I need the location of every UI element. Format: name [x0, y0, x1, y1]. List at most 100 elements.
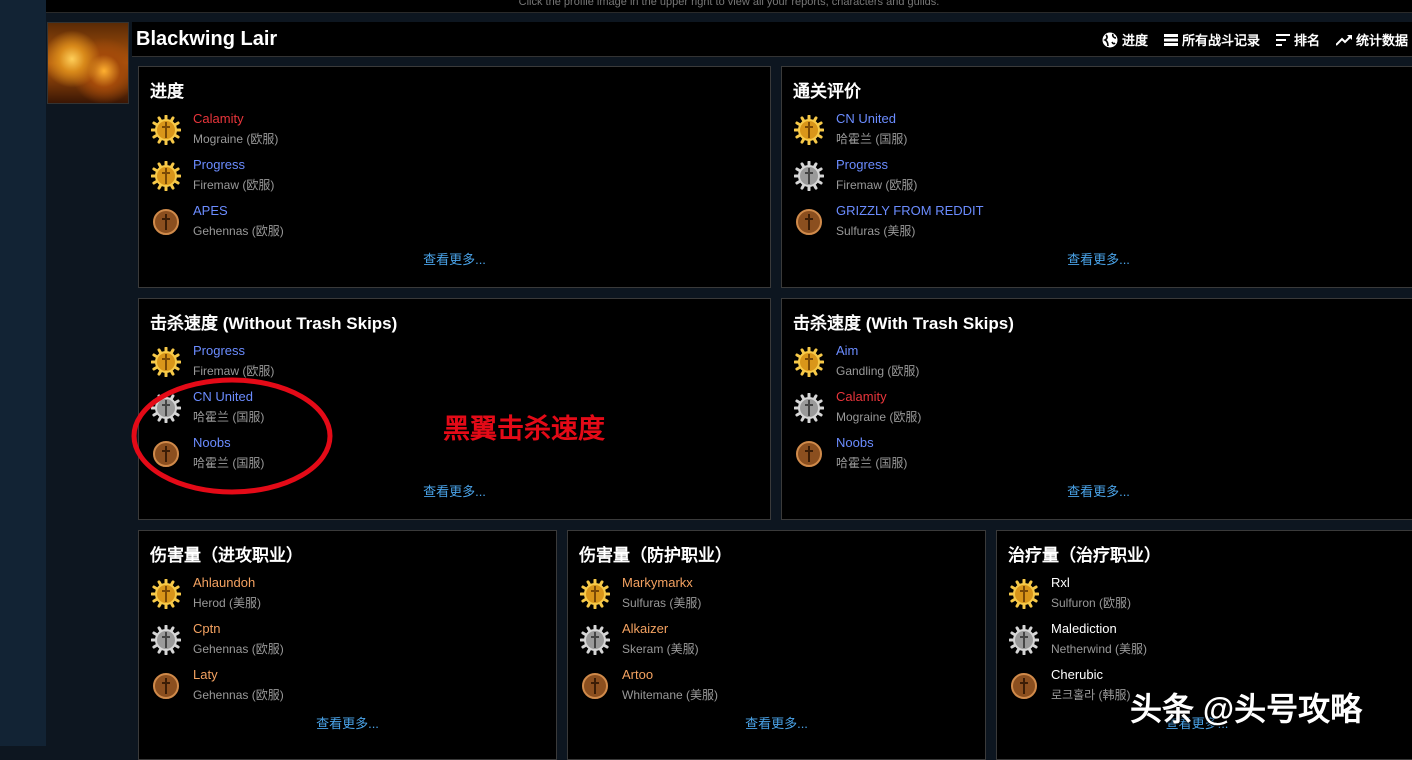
panel-progress: 进度 Calamity Mograine (欧服) Progress Firem… [138, 66, 771, 288]
list-item: Rxl Sulfuron (欧服) [1008, 575, 1309, 615]
tab-all-fights-label: 所有战斗记录 [1181, 33, 1260, 48]
player-name-link[interactable]: Rxl [1051, 575, 1070, 590]
panel-damage-dps: 伤害量（进攻职业） Ahlaundoh Herod (美服) Cptn Gehe… [138, 530, 557, 760]
server-label: Sulfuron (欧服) [1051, 596, 1132, 610]
gold-medal-icon [793, 114, 825, 146]
server-label: Mograine (欧服) [836, 410, 922, 424]
gold-medal-icon [579, 578, 611, 610]
guild-name-link[interactable]: Progress [836, 157, 888, 172]
server-label: Whitemane (美服) [622, 688, 719, 702]
list-item: GRIZZLY FROM REDDIT Sulfuras (美服) [794, 203, 1094, 243]
server-label: Herod (美服) [193, 596, 262, 610]
bronze-medal-icon [1009, 671, 1039, 701]
server-label: Gandling (欧服) [836, 364, 920, 378]
list-item: Markymarkx Sulfuras (美服) [579, 575, 880, 615]
list-item: APES Gehennas (欧服) [151, 203, 451, 243]
gold-medal-icon [150, 578, 182, 610]
guild-name-link[interactable]: GRIZZLY FROM REDDIT [836, 203, 984, 218]
server-label: 哈霍兰 (国服) [836, 132, 908, 146]
panel-kill-speed-with-skips: 击杀速度 (With Trash Skips) Aim Gandling (欧服… [781, 298, 1412, 520]
server-label: Skeram (美服) [622, 642, 699, 656]
silver-medal-icon [150, 624, 182, 656]
player-name-link[interactable]: Alkaizer [622, 621, 668, 636]
bronze-medal-icon [151, 671, 181, 701]
list-item: Progress Firemaw (欧服) [150, 157, 451, 197]
annotation-circle [131, 377, 333, 495]
server-label: 哈霍兰 (国服) [836, 456, 908, 470]
list-item: CN United 哈霍兰 (国服) [793, 111, 1094, 151]
silver-medal-icon [1008, 624, 1040, 656]
see-more-link[interactable]: 查看更多... [139, 249, 770, 268]
list-item: Progress Firemaw (欧服) [793, 157, 1094, 197]
server-label: Netherwind (美服) [1051, 642, 1148, 656]
gold-medal-icon [1008, 578, 1040, 610]
ranking-icon [1275, 33, 1290, 46]
list-item: Calamity Mograine (欧服) [150, 111, 451, 151]
guild-name-link[interactable]: Progress [193, 343, 245, 358]
panel-title: 通关评价 [793, 82, 861, 101]
panel-damage-tank: 伤害量（防护职业） Markymarkx Sulfuras (美服) Alkai… [567, 530, 986, 760]
top-notice-text: Click the profile image in the upper rig… [518, 0, 940, 8]
trend-icon [1335, 34, 1352, 46]
see-more-link[interactable]: 查看更多... [568, 713, 985, 732]
list-item: Artoo Whitemane (美服) [580, 667, 880, 707]
tab-statistics[interactable]: 统计数据 [1335, 30, 1408, 49]
gold-medal-icon [150, 346, 182, 378]
gold-medal-icon [150, 114, 182, 146]
zone-tabs: 进度 所有战斗记录 排名 统计数据 [1102, 30, 1408, 49]
globe-icon [1102, 32, 1118, 47]
left-sidebar-strip [0, 0, 46, 746]
server-label: Gehennas (欧服) [193, 688, 284, 702]
see-more-link[interactable]: 查看更多... [782, 249, 1412, 268]
bronze-medal-icon [580, 671, 610, 701]
bronze-medal-icon [794, 207, 824, 237]
see-more-link[interactable]: 查看更多... [139, 713, 556, 732]
player-name-link[interactable]: Laty [193, 667, 218, 682]
server-label: Gehennas (欧服) [193, 224, 284, 238]
panel-title: 伤害量（防护职业） [579, 546, 732, 565]
zone-thumbnail-image [47, 22, 129, 104]
list-item: Ahlaundoh Herod (美服) [150, 575, 451, 615]
tab-rankings[interactable]: 排名 [1275, 30, 1320, 49]
zone-header: Blackwing Lair 进度 所有战斗记录 排名 统计数据 [132, 22, 1412, 57]
server-label: Sulfuras (美服) [836, 224, 916, 238]
gold-medal-icon [793, 346, 825, 378]
list-item: Calamity Mograine (欧服) [793, 389, 1094, 429]
list-item: Malediction Netherwind (美服) [1008, 621, 1309, 661]
panel-title: 击杀速度 (Without Trash Skips) [150, 314, 398, 333]
tab-progress[interactable]: 进度 [1102, 30, 1148, 49]
guild-name-link[interactable]: Progress [193, 157, 245, 172]
see-more-link[interactable]: 查看更多... [782, 481, 1412, 500]
annotation-label: 黑翼击杀速度 [443, 414, 605, 444]
player-name-link[interactable]: Cptn [193, 621, 220, 636]
list-item: Alkaizer Skeram (美服) [579, 621, 880, 661]
server-label: Firemaw (欧服) [193, 178, 275, 192]
player-name-link[interactable]: Ahlaundoh [193, 575, 255, 590]
guild-name-link[interactable]: Calamity [836, 389, 887, 404]
panel-clear-rating: 通关评价 CN United 哈霍兰 (国服) Progress Firemaw… [781, 66, 1412, 288]
panel-title: 伤害量（进攻职业） [150, 546, 303, 565]
panel-title: 治疗量（治疗职业） [1008, 546, 1161, 565]
tab-progress-label: 进度 [1121, 33, 1148, 48]
guild-name-link[interactable]: APES [193, 203, 228, 218]
top-notice-bar: Click the profile image in the upper rig… [46, 0, 1412, 13]
list-item: Laty Gehennas (欧服) [151, 667, 451, 707]
silver-medal-icon [793, 392, 825, 424]
guild-name-link[interactable]: CN United [836, 111, 896, 126]
player-name-link[interactable]: Artoo [622, 667, 653, 682]
list-item: Cptn Gehennas (欧服) [150, 621, 451, 661]
player-name-link[interactable]: Markymarkx [622, 575, 693, 590]
player-name-link[interactable]: Malediction [1051, 621, 1117, 636]
tab-all-fights[interactable]: 所有战斗记录 [1163, 30, 1260, 49]
silver-medal-icon [579, 624, 611, 656]
server-label: 로크홀라 (韩服) [1051, 688, 1131, 702]
silver-medal-icon [793, 160, 825, 192]
bronze-medal-icon [794, 439, 824, 469]
guild-name-link[interactable]: Aim [836, 343, 858, 358]
list-item: Noobs 哈霍兰 (国服) [794, 435, 1094, 475]
guild-name-link[interactable]: Calamity [193, 111, 244, 126]
tab-rankings-label: 排名 [1293, 33, 1320, 48]
server-label: Sulfuras (美服) [622, 596, 702, 610]
guild-name-link[interactable]: Noobs [836, 435, 874, 450]
player-name-link[interactable]: Cherubic [1051, 667, 1103, 682]
